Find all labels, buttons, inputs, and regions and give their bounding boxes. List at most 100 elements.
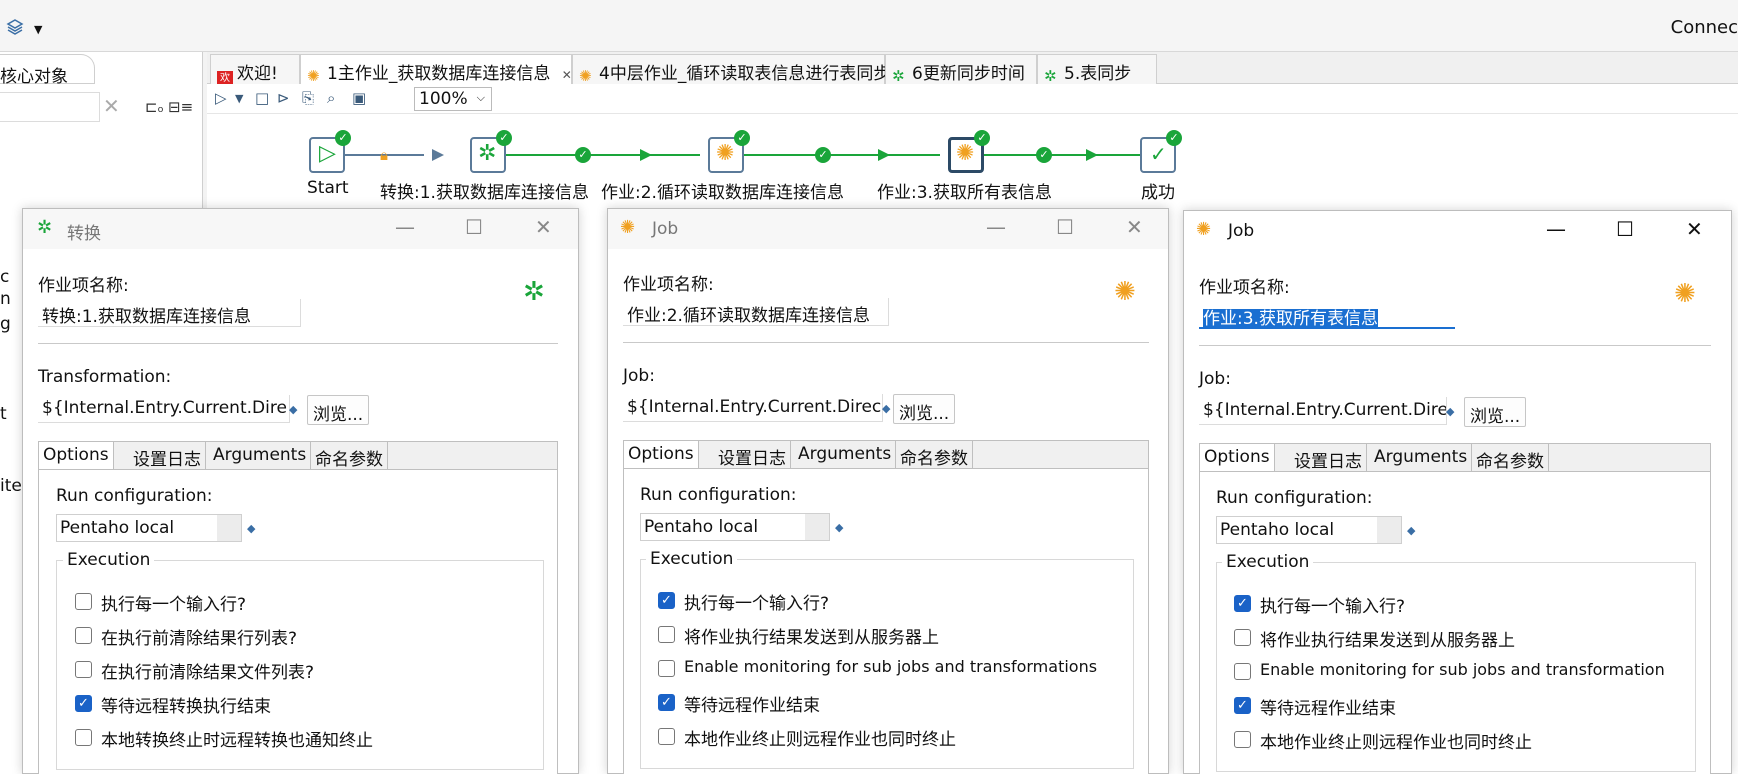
- tab-arguments[interactable]: Arguments: [794, 441, 897, 469]
- variable-icon: ◆: [1407, 524, 1416, 537]
- entry-name-label: 作业项名称:: [623, 275, 714, 295]
- replay-icon[interactable]: ⎘: [302, 89, 314, 107]
- option-checkbox[interactable]: [75, 627, 92, 644]
- divider: [1199, 345, 1711, 346]
- tab-logging[interactable]: 设置日志: [129, 442, 206, 470]
- option-checkbox[interactable]: [1234, 663, 1251, 680]
- layers-icon[interactable]: [6, 18, 24, 36]
- maximize-button[interactable]: ☐: [1616, 217, 1634, 241]
- option-checkbox-checked[interactable]: ✓: [1234, 697, 1251, 714]
- minimize-button[interactable]: —: [395, 215, 415, 239]
- connect-button[interactable]: Connec: [1671, 17, 1738, 38]
- success-badge-icon: ✓: [734, 130, 750, 146]
- path-input[interactable]: ${Internal.Entry.Current.Dire: [1199, 397, 1447, 425]
- dialog-titlebar[interactable]: ✺ Job — ☐ ✕: [608, 209, 1168, 249]
- run-config-value: Pentaho local: [1220, 520, 1335, 540]
- minimize-button[interactable]: —: [1546, 217, 1566, 241]
- spoon-window: ▼ Connec 核心对象 ✕ ⊏ₒ ⊟≡ c n g t ite 欢欢迎! ✺…: [0, 0, 1738, 774]
- entry-name-input[interactable]: 作业:3.获取所有表信息: [1199, 301, 1455, 329]
- tab-main-job[interactable]: ✺ 1主作业_获取数据库连接信息 ✕: [300, 54, 572, 84]
- tab-label: 4中层作业_循环读取表信息进行表同步: [599, 64, 891, 84]
- close-button[interactable]: ✕: [1126, 215, 1143, 239]
- tab-named-params[interactable]: 命名参数: [896, 441, 973, 469]
- stop-icon[interactable]: □: [255, 89, 269, 107]
- browse-button[interactable]: 浏览...: [307, 395, 370, 425]
- hop-arrow: [1086, 149, 1098, 161]
- success-badge-icon: ✓: [496, 130, 512, 146]
- execution-title: Execution: [646, 549, 738, 569]
- option-label: 将作业执行结果发送到从服务器上: [684, 628, 939, 648]
- job-icon: ✺: [307, 67, 320, 85]
- close-button[interactable]: ✕: [535, 215, 552, 239]
- dropdown-caret-icon[interactable]: ▼: [34, 23, 42, 36]
- dialog-titlebar[interactable]: ✲ 转换 — ☐ ✕: [23, 209, 578, 249]
- check-job-icon[interactable]: ⌕: [327, 89, 335, 107]
- run-config-value: Pentaho local: [644, 517, 759, 537]
- minimize-button[interactable]: —: [986, 215, 1006, 239]
- option-checkbox[interactable]: [658, 728, 675, 745]
- run-config-select[interactable]: Pentaho local: [1216, 516, 1402, 544]
- dropdown-button[interactable]: [217, 515, 241, 541]
- sql-icon[interactable]: ▣: [352, 89, 366, 107]
- canvas-toolbar: ▷ ▼ □ ⊳ ⎘ ⌕ ▣ 100% ⌵: [207, 84, 1738, 114]
- steps-search-input[interactable]: [0, 92, 100, 122]
- tab-label: 5.表同步: [1064, 64, 1132, 84]
- dropdown-button[interactable]: [805, 514, 829, 540]
- run-options-caret-icon[interactable]: ▼: [235, 92, 243, 105]
- debug-icon[interactable]: ⊳: [277, 89, 290, 107]
- path-input[interactable]: ${Internal.Entry.Current.Dire: [38, 395, 290, 423]
- job-dialog-2: ✺ Job — ☐ ✕ 作业项名称: 作业:2.循环读取数据库连接信息 ✺ Jo…: [607, 208, 1169, 774]
- tab-middle-job[interactable]: ✺ 4中层作业_循环读取表信息进行表同步: [572, 54, 890, 85]
- expand-tree-icon[interactable]: ⊏ₒ: [145, 98, 164, 116]
- path-label: Job:: [1199, 369, 1231, 389]
- entry-name-input[interactable]: 转换:1.获取数据库连接信息: [38, 299, 301, 327]
- dialog-titlebar[interactable]: ✺ Job — ☐ ✕: [1184, 211, 1731, 251]
- browse-button[interactable]: 浏览...: [893, 394, 956, 424]
- options-panel: Run configuration: Pentaho local ◆ Execu…: [623, 468, 1149, 774]
- job-icon: ✺: [579, 67, 592, 85]
- close-button[interactable]: ✕: [1686, 217, 1703, 241]
- option-checkbox-checked[interactable]: ✓: [658, 694, 675, 711]
- option-checkbox-checked[interactable]: ✓: [658, 592, 675, 609]
- dropdown-button[interactable]: [1377, 517, 1401, 543]
- option-checkbox[interactable]: [658, 626, 675, 643]
- job-large-icon: ✺: [1674, 279, 1696, 309]
- job-dialog-3: ✺ Job — ☐ ✕ 作业项名称: 作业:3.获取所有表信息 ✺ Job: $…: [1183, 210, 1732, 774]
- tab-options[interactable]: Options: [1200, 444, 1275, 472]
- entry-name-input[interactable]: 作业:2.循环读取数据库连接信息: [623, 298, 889, 326]
- option-checkbox[interactable]: [1234, 629, 1251, 646]
- collapse-tree-icon[interactable]: ⊟≡: [168, 98, 193, 116]
- option-checkbox[interactable]: [1234, 731, 1251, 748]
- tab-options[interactable]: Options: [624, 441, 699, 469]
- option-checkbox-checked[interactable]: ✓: [75, 695, 92, 712]
- tab-arguments[interactable]: Arguments: [1370, 444, 1473, 472]
- tab-logging[interactable]: 设置日志: [714, 441, 791, 469]
- option-checkbox[interactable]: [75, 729, 92, 746]
- option-checkbox[interactable]: [658, 660, 675, 677]
- close-tab-icon[interactable]: ✕: [562, 68, 572, 82]
- tab-named-params[interactable]: 命名参数: [1472, 444, 1549, 472]
- maximize-button[interactable]: ☐: [1056, 215, 1074, 239]
- tab-welcome[interactable]: 欢欢迎!: [210, 54, 300, 87]
- option-checkbox[interactable]: [75, 593, 92, 610]
- run-config-select[interactable]: Pentaho local: [56, 514, 242, 542]
- clear-search-icon[interactable]: ✕: [103, 94, 120, 118]
- tab-arguments[interactable]: Arguments: [209, 442, 312, 470]
- browse-button[interactable]: 浏览...: [1464, 397, 1527, 427]
- tab-options[interactable]: Options: [39, 442, 114, 470]
- run-icon[interactable]: ▷: [215, 89, 227, 107]
- path-value: ${Internal.Entry.Current.Dire: [1203, 400, 1447, 420]
- option-checkbox-checked[interactable]: ✓: [1234, 595, 1251, 612]
- run-config-select[interactable]: Pentaho local: [640, 513, 830, 541]
- maximize-button[interactable]: ☐: [465, 215, 483, 239]
- tab-named-params[interactable]: 命名参数: [311, 442, 388, 470]
- tab-table-sync[interactable]: ✲ 5.表同步: [1037, 54, 1157, 84]
- hop-arrow: [640, 149, 652, 161]
- tab-update-sync-time[interactable]: ✲ 6更新同步时间: [885, 54, 1037, 84]
- core-objects-tab[interactable]: 核心对象: [0, 54, 95, 87]
- zoom-select[interactable]: 100% ⌵: [414, 87, 492, 111]
- path-input[interactable]: ${Internal.Entry.Current.Direc: [623, 394, 883, 422]
- tab-logging[interactable]: 设置日志: [1290, 444, 1367, 472]
- option-checkbox[interactable]: [75, 661, 92, 678]
- option-label: Enable monitoring for sub jobs and trans…: [1260, 660, 1665, 679]
